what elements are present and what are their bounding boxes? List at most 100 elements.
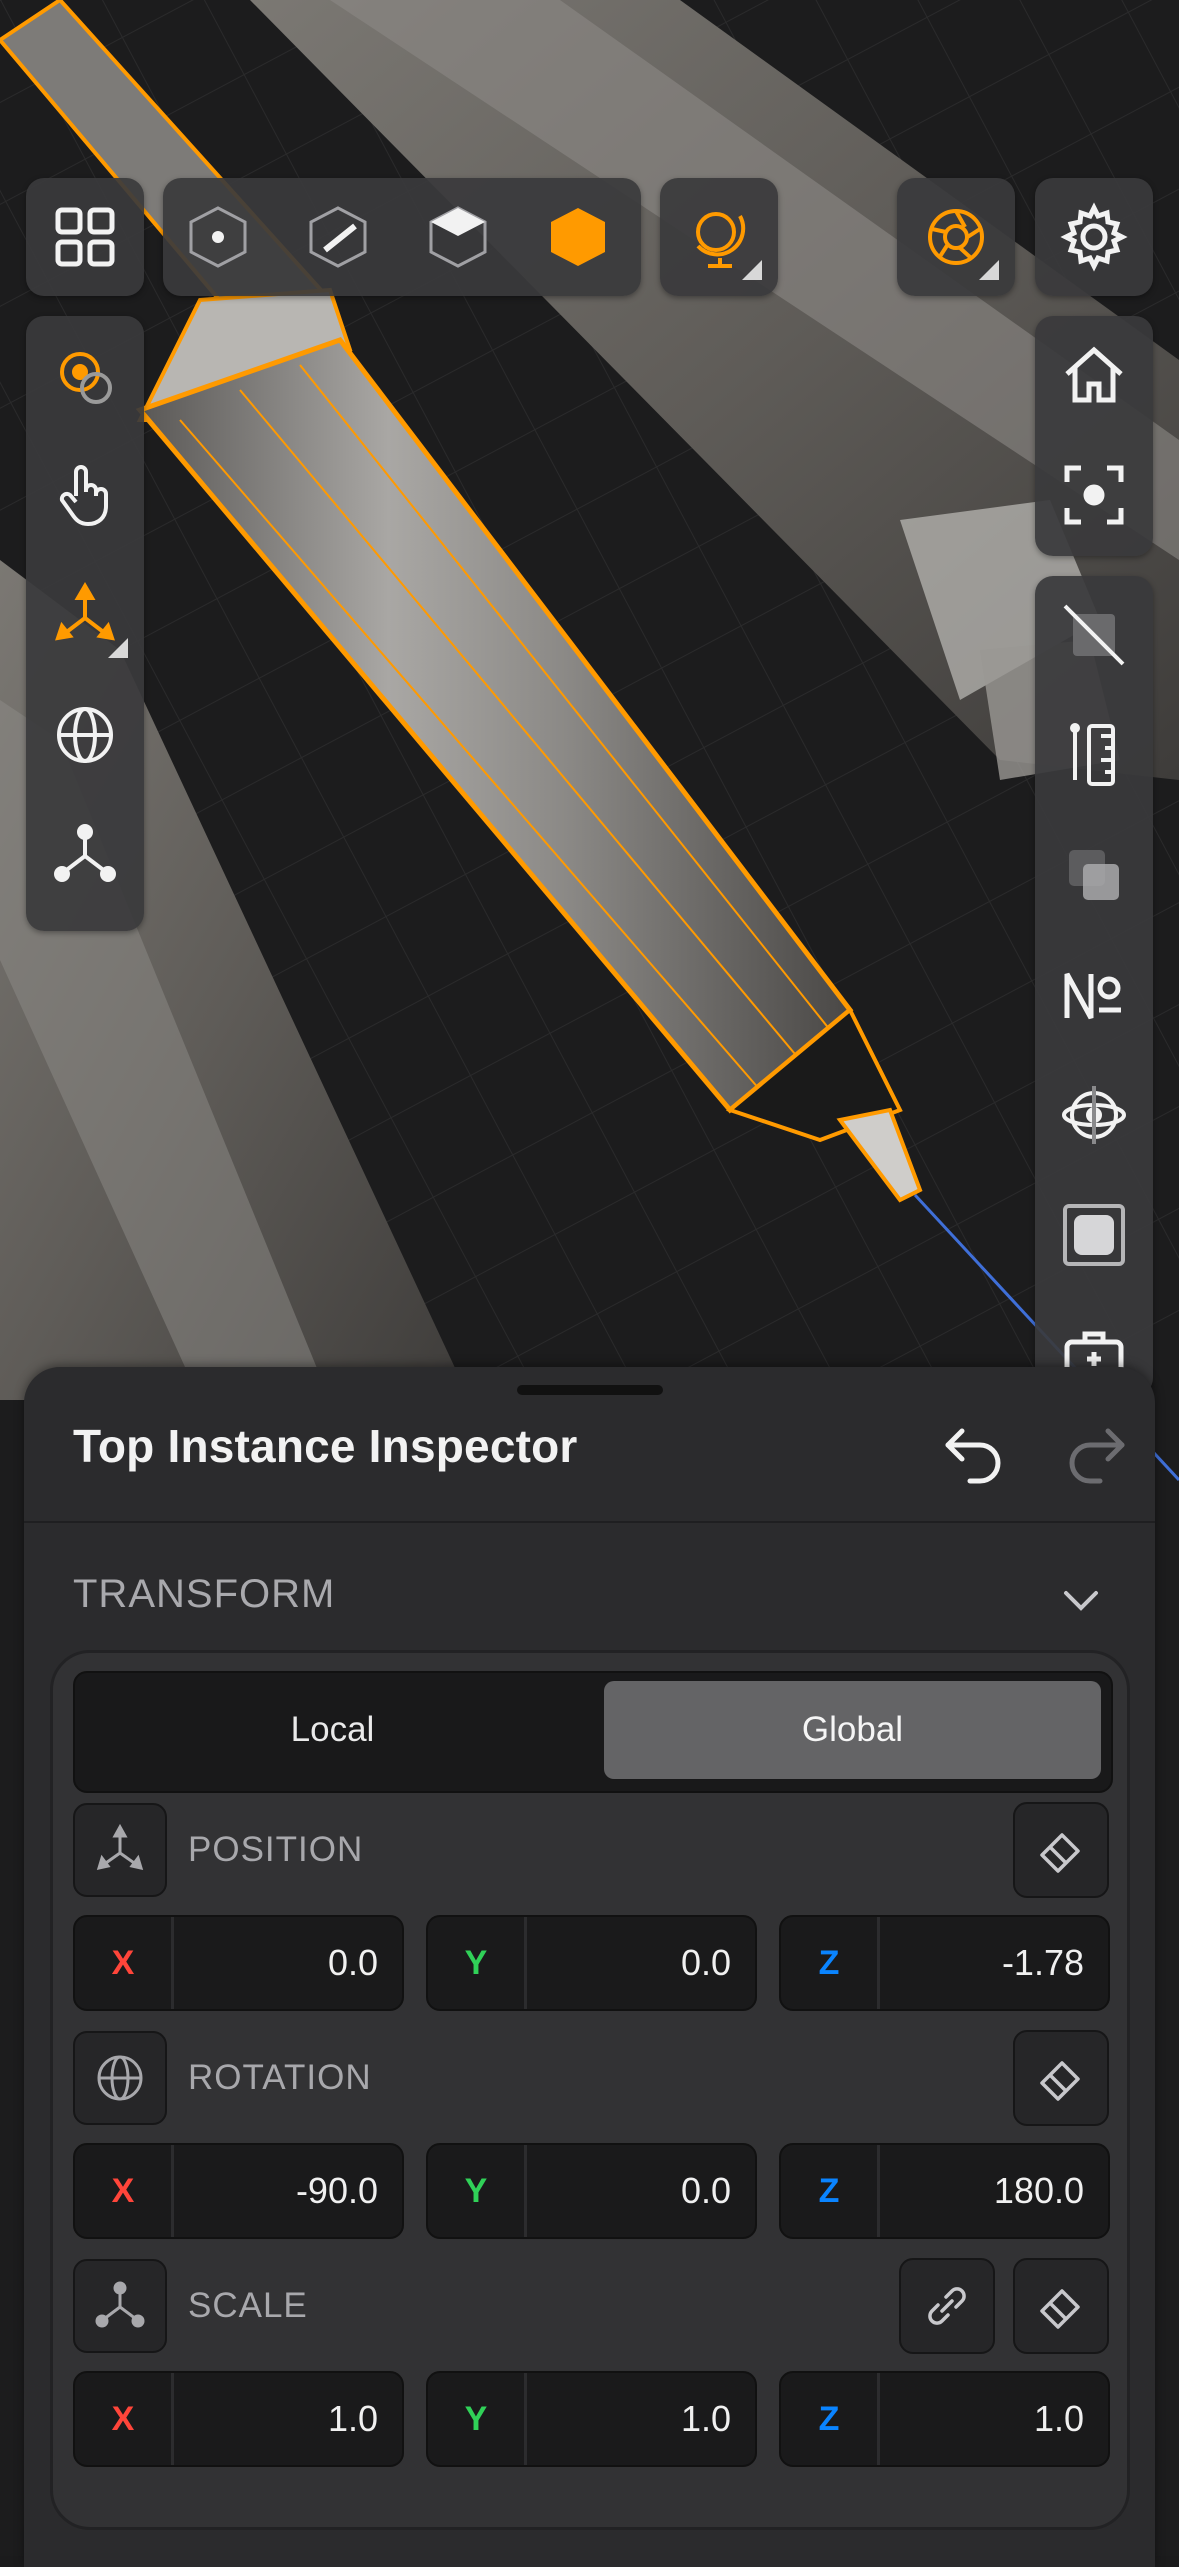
left-toolbar (26, 316, 144, 931)
scale-reset-button[interactable] (1013, 2258, 1109, 2354)
right-toolbar-top (1035, 316, 1153, 556)
rotation-reset-button[interactable] (1013, 2030, 1109, 2126)
right-toolbar-bottom (1035, 576, 1153, 1396)
position-y-value: 0.0 (680, 1942, 731, 1983)
home-icon (1065, 346, 1123, 403)
rotate-tool-button[interactable] (30, 680, 140, 790)
measure-button[interactable] (1039, 700, 1149, 810)
world-space-button[interactable] (664, 182, 774, 292)
edge-mode-icon (309, 206, 367, 268)
hide-overlay-icon (1063, 604, 1125, 666)
scale-z-value: 1.0 (1033, 2398, 1084, 2439)
panel-grabber[interactable] (517, 1385, 663, 1395)
position-x-value: 0.0 (327, 1942, 378, 1983)
settings-toolbar (1035, 178, 1153, 296)
position-z-value: -1.78 (1001, 1942, 1084, 1983)
shape-button[interactable] (1039, 1180, 1149, 1290)
position-z-field[interactable]: Z -1.78 (779, 1915, 1110, 2011)
layers-button[interactable] (1039, 820, 1149, 930)
focus-button[interactable] (1039, 440, 1149, 550)
rotate-sphere-icon (57, 707, 113, 763)
numbering-icon (1064, 972, 1121, 1020)
numbering-button[interactable] (1039, 940, 1149, 1050)
x-axis-label: X (75, 2373, 174, 2465)
y-axis-label: Y (428, 2373, 527, 2465)
face-mode-button[interactable] (403, 182, 513, 292)
rotation-z-value: 180.0 (993, 2170, 1084, 2211)
scale-z-field[interactable]: Z 1.0 (779, 2371, 1110, 2467)
scale-label: SCALE (188, 2286, 308, 2325)
x-axis-label: X (75, 2145, 174, 2237)
object-mode-button[interactable] (523, 182, 633, 292)
y-axis-label: Y (428, 1917, 527, 2009)
segment-global[interactable]: Global (604, 1681, 1101, 1779)
submenu-indicator (742, 260, 762, 280)
focus-frame-icon (1064, 465, 1124, 525)
submenu-indicator (108, 638, 128, 658)
space-segmented-control: Local Global (73, 1671, 1113, 1793)
position-x-field[interactable]: X 0.0 (73, 1915, 404, 2011)
rotation-y-field[interactable]: Y 0.0 (426, 2143, 757, 2239)
eraser-icon (1040, 1833, 1080, 1873)
scale-x-field[interactable]: X 1.0 (73, 2371, 404, 2467)
redo-icon (1069, 1428, 1125, 1484)
scale-link-button[interactable] (899, 2258, 995, 2354)
redo-button[interactable] (1060, 1417, 1130, 1487)
touch-hand-icon (59, 465, 108, 527)
selection-mode-toolbar (163, 178, 641, 296)
rotation-x-value: -90.0 (295, 2170, 378, 2211)
undo-icon (945, 1428, 1001, 1484)
move-tool-button[interactable] (30, 560, 140, 670)
rotation-x-field[interactable]: X -90.0 (73, 2143, 404, 2239)
scale-tool-button[interactable] (30, 800, 140, 910)
grid-icon (55, 207, 115, 267)
square-shape-icon (1063, 1204, 1125, 1266)
segment-local[interactable]: Local (84, 1681, 581, 1779)
position-label: POSITION (188, 1830, 364, 1869)
hide-overlay-button[interactable] (1039, 580, 1149, 690)
undo-button[interactable] (940, 1417, 1010, 1487)
camera-toolbar (897, 178, 1015, 296)
camera-button[interactable] (901, 182, 1011, 292)
orbit-target-icon (1062, 1086, 1126, 1144)
vertex-mode-button[interactable] (163, 182, 273, 292)
scale-y-value: 1.0 (680, 2398, 731, 2439)
z-axis-label: Z (781, 2373, 880, 2465)
scale-y-field[interactable]: Y 1.0 (426, 2371, 757, 2467)
touch-select-button[interactable] (30, 440, 140, 550)
stack-layers-icon (1069, 850, 1119, 900)
face-mode-icon (429, 206, 487, 268)
submenu-indicator (979, 260, 999, 280)
rotation-z-field[interactable]: Z 180.0 (779, 2143, 1110, 2239)
world-toolbar (660, 178, 778, 296)
transform-section: Local Global POSITION X 0.0 Y 0.0 Z -1.7… (50, 1650, 1130, 2530)
z-axis-label: Z (781, 2145, 880, 2237)
position-icon-button (73, 1803, 167, 1897)
y-axis-label: Y (428, 2145, 527, 2237)
home-button[interactable] (1039, 320, 1149, 430)
orbit-button[interactable] (1039, 1060, 1149, 1170)
pivot-target-icon (60, 352, 112, 404)
position-reset-button[interactable] (1013, 1802, 1109, 1898)
grid-button[interactable] (30, 182, 140, 292)
top-left-toolbar (26, 178, 144, 296)
scale-nodes-icon (95, 2281, 145, 2328)
scale-icon-button (73, 2259, 167, 2353)
position-y-field[interactable]: Y 0.0 (426, 1915, 757, 2011)
pivot-button[interactable] (30, 320, 140, 430)
eraser-icon (1040, 2061, 1080, 2101)
vertex-mode-icon (189, 206, 247, 268)
x-axis-label: X (75, 1917, 174, 2009)
z-axis-label: Z (781, 1917, 880, 2009)
chevron-down-icon[interactable] (1056, 1575, 1106, 1625)
scale-nodes-icon (54, 824, 116, 882)
settings-button[interactable] (1039, 182, 1149, 292)
transform-section-title[interactable]: TRANSFORM (73, 1572, 335, 1617)
rotation-label: ROTATION (188, 2058, 372, 2097)
inspector-title: Top Instance Inspector (73, 1420, 578, 1472)
settings-gear-icon (1060, 202, 1128, 272)
header-divider (24, 1521, 1155, 1523)
edge-mode-button[interactable] (283, 182, 393, 292)
measure-ruler-icon (1070, 723, 1115, 786)
object-mode-icon (551, 208, 605, 266)
